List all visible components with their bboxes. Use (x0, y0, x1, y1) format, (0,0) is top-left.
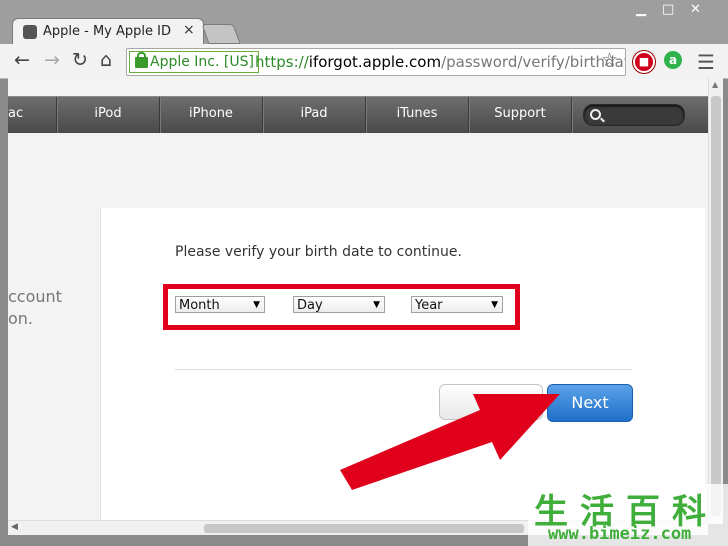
sidebar-line: ccount (8, 287, 62, 306)
highlight-box (163, 284, 520, 330)
nav-item-iphone[interactable]: iPhone (160, 97, 263, 133)
browser-toolbar: ← → ↻ ⌂ Apple Inc. [US] https://iforgot.… (0, 44, 728, 79)
sidebar-description: ccount on. (8, 286, 62, 330)
close-window-icon[interactable]: ✕ (690, 2, 701, 17)
horizontal-scroll-thumb[interactable] (204, 524, 524, 533)
search-icon (590, 109, 601, 120)
menu-icon[interactable]: ☰ (697, 50, 715, 74)
adblock-icon[interactable]: ■ (633, 51, 655, 73)
star-icon[interactable]: ☆ (601, 49, 618, 71)
extension-icon[interactable]: a (664, 51, 682, 69)
pointer-arrow-icon (340, 394, 560, 490)
url-path: /password/verify/birthday (441, 53, 626, 71)
tab-title: Apple - My Apple ID (43, 24, 171, 39)
divider (175, 369, 632, 370)
search-input[interactable] (583, 104, 685, 126)
nav-item-mac[interactable]: ac (8, 97, 57, 133)
lock-icon (135, 52, 148, 68)
browser-title-bar: Apple - My Apple ID × ▁ □ ✕ (0, 0, 728, 45)
url-scheme: https:// (255, 53, 309, 71)
minimize-icon[interactable]: ▁ (636, 2, 646, 17)
new-tab-button[interactable] (201, 24, 241, 44)
url-host: iforgot.apple.com (308, 53, 442, 71)
home-icon[interactable]: ⌂ (100, 50, 112, 70)
apple-global-nav: ac iPod iPhone iPad iTunes Support (8, 96, 714, 133)
nav-item-ipad[interactable]: iPad (263, 97, 366, 133)
ev-label: Apple Inc. [US] (150, 54, 254, 70)
maximize-icon[interactable]: □ (662, 2, 674, 17)
tab-favicon-icon (23, 25, 37, 39)
reload-icon[interactable]: ↻ (72, 50, 88, 70)
scroll-left-icon[interactable]: ◀ (11, 522, 18, 532)
watermark: 生活百科 www.bimeiz.com (528, 484, 728, 546)
nav-item-itunes[interactable]: iTunes (366, 97, 469, 133)
back-arrow-icon[interactable]: ← (14, 50, 30, 70)
url-text[interactable]: https://iforgot.apple.com/password/verif… (255, 51, 626, 73)
address-bar[interactable]: Apple Inc. [US] https://iforgot.apple.co… (126, 48, 626, 76)
browser-tab[interactable]: Apple - My Apple ID × (12, 18, 204, 45)
verify-prompt: Please verify your birth date to continu… (175, 244, 462, 260)
ev-certificate-badge[interactable]: Apple Inc. [US] (129, 51, 259, 73)
nav-item-ipod[interactable]: iPod (57, 97, 160, 133)
vertical-scrollbar[interactable]: ▲ (708, 78, 723, 524)
watermark-url: www.bimeiz.com (548, 524, 692, 544)
sidebar-line: on. (8, 309, 34, 328)
tab-close-icon[interactable]: × (183, 22, 195, 38)
nav-item-support[interactable]: Support (469, 97, 572, 133)
scroll-up-icon[interactable]: ▲ (712, 80, 718, 89)
forward-arrow-icon[interactable]: → (44, 50, 60, 70)
vertical-scroll-thumb[interactable] (711, 96, 721, 516)
